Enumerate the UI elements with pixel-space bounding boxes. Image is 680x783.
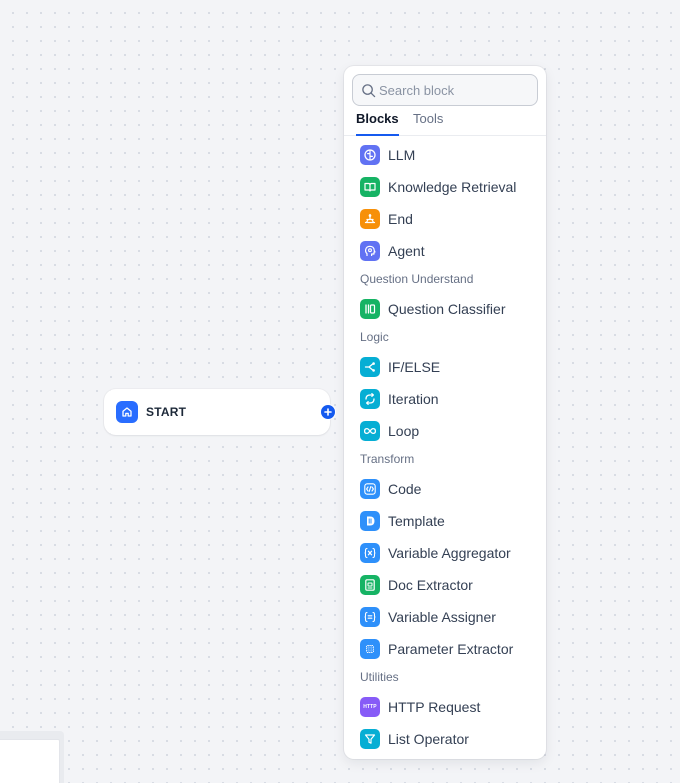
block-item-variable-assigner[interactable]: Variable Assigner [352, 603, 538, 631]
branch-icon [360, 357, 380, 377]
block-label: Doc Extractor [388, 577, 473, 593]
document-icon [360, 575, 380, 595]
block-item-code[interactable]: Code [352, 475, 538, 503]
brain-icon [360, 145, 380, 165]
block-label: Parameter Extractor [388, 641, 514, 657]
block-label: Question Classifier [388, 301, 506, 317]
block-label: LLM [388, 147, 416, 163]
block-label: Agent [388, 243, 425, 259]
start-node-title: START [146, 405, 187, 419]
agent-head-icon [360, 241, 380, 261]
search-input[interactable] [379, 81, 529, 99]
code-icon [360, 479, 380, 499]
book-icon [360, 177, 380, 197]
block-label: IF/ELSE [388, 359, 441, 375]
block-item-if-else[interactable]: IF/ELSE [352, 353, 538, 381]
http-icon-text: HTTP [363, 704, 377, 710]
block-item-knowledge-retrieval[interactable]: Knowledge Retrieval [352, 173, 538, 201]
block-label: Knowledge Retrieval [388, 179, 517, 195]
search-box[interactable] [352, 74, 538, 106]
tab-tools[interactable]: Tools [413, 111, 443, 134]
block-item-http-request[interactable]: HTTP HTTP Request [352, 693, 538, 721]
start-node[interactable]: START [104, 389, 330, 435]
plus-icon [324, 408, 332, 416]
block-item-loop[interactable]: Loop [352, 417, 538, 445]
block-item-parameter-extractor[interactable]: Parameter Extractor [352, 635, 538, 663]
minimap[interactable] [0, 731, 64, 783]
block-label: Variable Aggregator [388, 545, 511, 561]
block-label: Iteration [388, 391, 439, 407]
section-header-question-understand: Question Understand [360, 272, 474, 286]
minimap-viewport [0, 739, 60, 783]
block-item-agent[interactable]: Agent [352, 237, 538, 265]
section-header-utilities: Utilities [360, 670, 399, 684]
block-label: HTTP Request [388, 699, 481, 715]
section-header-logic: Logic [360, 330, 389, 344]
block-item-iteration[interactable]: Iteration [352, 385, 538, 413]
block-label: Code [388, 481, 422, 497]
stop-icon [360, 209, 380, 229]
block-item-doc-extractor[interactable]: Doc Extractor [352, 571, 538, 599]
search-icon [362, 84, 376, 98]
block-label: Variable Assigner [388, 609, 496, 625]
assign-icon [360, 607, 380, 627]
block-item-template[interactable]: Template [352, 507, 538, 535]
block-item-list-operator[interactable]: List Operator [352, 725, 538, 753]
add-block-handle[interactable] [320, 404, 336, 420]
http-icon: HTTP [360, 697, 380, 717]
infinity-icon [360, 421, 380, 441]
template-icon [360, 511, 380, 531]
block-item-question-classifier[interactable]: Question Classifier [352, 295, 538, 323]
block-label: End [388, 211, 413, 227]
tab-bar: Blocks Tools [344, 110, 546, 136]
block-item-llm[interactable]: LLM [352, 141, 538, 169]
block-item-variable-aggregator[interactable]: Variable Aggregator [352, 539, 538, 567]
block-label: List Operator [388, 731, 469, 747]
home-icon [116, 401, 138, 423]
repeat-icon [360, 389, 380, 409]
block-selector-panel: Blocks Tools LLM Knowledge Retrieval [344, 66, 546, 759]
block-label: Loop [388, 423, 420, 439]
filter-icon [360, 729, 380, 749]
classifier-icon [360, 299, 380, 319]
section-header-transform: Transform [360, 452, 415, 466]
block-item-end[interactable]: End [352, 205, 538, 233]
grid-icon [360, 639, 380, 659]
variable-icon [360, 543, 380, 563]
block-label: Template [388, 513, 445, 529]
tab-blocks[interactable]: Blocks [356, 111, 399, 136]
